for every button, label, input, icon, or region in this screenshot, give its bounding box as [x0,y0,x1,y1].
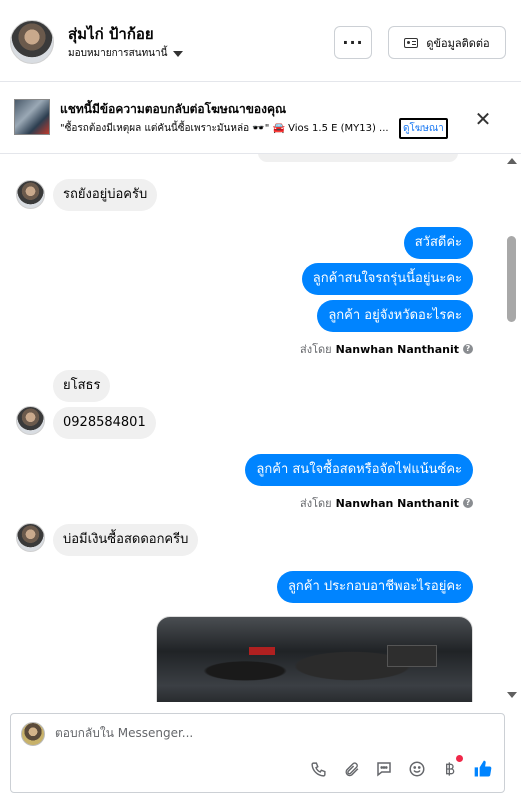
phone-icon[interactable] [307,758,329,780]
close-icon[interactable]: ✕ [472,108,494,130]
scrollbar-thumb[interactable] [507,236,516,322]
sent-by-label: ส่งโดย Nanwhan Nanthanit ? [300,494,473,512]
page-avatar [21,722,45,746]
paperclip-icon[interactable] [340,758,362,780]
contact-name[interactable]: สุ่มไก่ ป้าก้อย [68,22,154,46]
chat-bubble-icon[interactable] [373,758,395,780]
outgoing-message[interactable]: ลูกค้าสนใจรถรุ่นนี้อยู่นะคะ [301,263,473,295]
incoming-message[interactable]: บ่อมีเงินซื้อสดดอกครีบ [53,524,199,556]
incoming-message[interactable]: ยโสธร [53,370,111,402]
ad-banner-title: แชทนี้มีข้อความตอบกลับต่อโฆษณาของคุณ [60,102,287,116]
ad-banner-description: "ซื้อรถต้องมีเหตุผล แต่คันนี้ซื้อเพราะมั… [60,123,389,134]
sent-by-name: Nanwhan Nanthanit [335,342,459,356]
baht-icon[interactable] [439,755,463,780]
view-contact-button[interactable]: ดูข้อมูลติดต่อ [388,26,506,59]
outgoing-message[interactable]: ลูกค้า สนใจซื้อสดหรือจัดไฟแน้นซ์คะ [245,454,473,486]
caret-down-icon [173,50,184,57]
incoming-message[interactable]: รถยังอยู่บ่อครับ [53,179,158,211]
sent-by-prefix: ส่งโดย [300,497,332,510]
outgoing-message[interactable]: สวัสดีค่ะ [403,227,473,259]
contact-avatar[interactable] [10,20,54,64]
sender-avatar[interactable] [16,406,45,435]
view-contact-label: ดูข้อมูลติดต่อ [426,36,490,50]
thumbs-up-icon[interactable] [472,758,494,780]
scroll-down-arrow-icon[interactable] [507,692,517,698]
message-thread[interactable]: รถยังอยู่บ่อครับ สวัสดีค่ะ ลูกค้าสนใจรถร… [0,154,521,702]
incoming-message[interactable]: 0928584801 [53,407,156,439]
help-icon[interactable]: ? [463,498,473,508]
view-ad-link[interactable]: ดูโฆษณา [399,118,448,139]
reply-input[interactable] [55,726,485,740]
scroll-up-arrow-icon[interactable] [507,158,517,164]
assign-label: มอบหมายการสนทนานี้ [68,48,168,59]
sent-by-prefix: ส่งโดย [300,343,332,356]
id-card-icon [404,37,419,48]
reply-composer [10,713,505,793]
chat-scrollbar[interactable] [503,154,521,702]
engine-tag [249,647,275,655]
more-options-button[interactable]: ··· [334,26,372,59]
help-icon[interactable]: ? [463,344,473,354]
engine-bay-photo-message[interactable] [156,616,473,702]
assign-conversation-dropdown[interactable]: มอบหมายการสนทนานี้ [68,46,184,61]
sender-avatar[interactable] [16,523,45,552]
outgoing-message[interactable]: ลูกค้า ประกอบอาชีพอะไรอยู่คะ [276,571,473,603]
sender-avatar[interactable] [16,180,45,209]
engine-cover [387,645,437,667]
ad-thumbnail [14,99,50,135]
ad-reply-banner: แชทนี้มีข้อความตอบกลับต่อโฆษณาของคุณ "ซื… [0,82,521,154]
sent-by-label: ส่งโดย Nanwhan Nanthanit ? [300,340,473,358]
conversation-header: สุ่มไก่ ป้าก้อย มอบหมายการสนทนานี้ ··· ด… [0,0,521,82]
previous-message-bubble [258,154,458,162]
outgoing-message[interactable]: ลูกค้า อยู่จังหวัดอะไรคะ [317,300,473,332]
composer-toolbar [307,755,494,780]
notification-dot [456,755,463,762]
emoji-icon[interactable] [406,758,428,780]
sent-by-name: Nanwhan Nanthanit [335,496,459,510]
